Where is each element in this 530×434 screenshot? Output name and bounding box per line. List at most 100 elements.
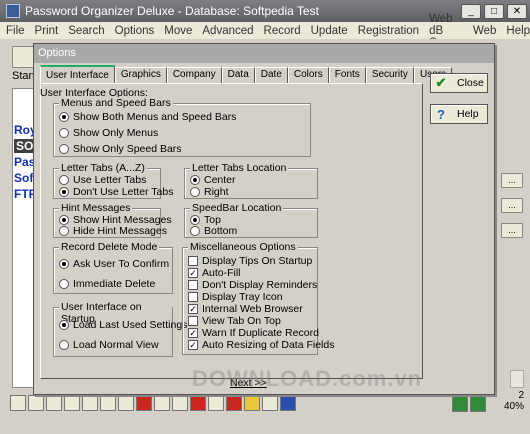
view-icon[interactable]	[100, 395, 116, 411]
tab-security[interactable]: Security	[365, 67, 414, 83]
radio-show-menus[interactable]: Show Only Menus	[59, 127, 158, 139]
radio-selected-icon[interactable]	[190, 215, 200, 225]
import-icon[interactable]	[452, 396, 468, 412]
checkbox-auto-resize[interactable]: ✓ Auto Resizing of Data Fields	[188, 339, 334, 351]
tab-data[interactable]: Data	[221, 67, 255, 83]
radio-ask-confirm[interactable]: Ask User To Confirm	[59, 258, 169, 270]
radio-icon[interactable]	[190, 226, 200, 236]
radio-use-letter-tabs[interactable]: Use Letter Tabs	[59, 174, 146, 186]
menu-help[interactable]: Help	[506, 25, 530, 37]
radio-load-last-settings[interactable]: Load Last Used Settings	[59, 319, 187, 331]
checkbox-checked-icon[interactable]: ✓	[188, 268, 198, 278]
checkbox-warn-duplicate[interactable]: ✓ Warn If Duplicate Record	[188, 327, 319, 339]
checkbox-checked-icon[interactable]: ✓	[188, 328, 198, 338]
ellipsis-button[interactable]: ...	[501, 173, 523, 188]
minimize-button[interactable]: _	[461, 3, 481, 19]
radio-selected-icon[interactable]	[59, 215, 69, 225]
checkbox-icon[interactable]	[118, 395, 134, 411]
ellipsis-button[interactable]: ...	[501, 223, 523, 238]
window-title: Password Organizer Deluxe - Database: So…	[25, 4, 319, 18]
checkbox-icon[interactable]	[188, 280, 198, 290]
radio-icon[interactable]	[59, 340, 69, 350]
checkbox-view-tab-top[interactable]: View Tab On Top	[188, 315, 281, 327]
radio-right[interactable]: Right	[190, 186, 229, 198]
help-button[interactable]: ? Help	[430, 104, 488, 124]
radio-icon[interactable]	[190, 187, 200, 197]
last-record-icon[interactable]	[64, 395, 80, 411]
radio-show-both[interactable]: Show Both Menus and Speed Bars	[59, 111, 236, 123]
radio-immediate-delete[interactable]: Immediate Delete	[59, 278, 155, 290]
menu-file[interactable]: File	[6, 25, 25, 37]
delete-icon[interactable]	[172, 395, 188, 411]
option-label: Auto Resizing of Data Fields	[202, 339, 335, 351]
first-record-icon[interactable]	[10, 395, 26, 411]
radio-icon[interactable]	[59, 279, 69, 289]
menu-advanced[interactable]: Advanced	[202, 25, 253, 37]
tab-date[interactable]: Date	[254, 67, 288, 83]
menu-update[interactable]: Update	[311, 25, 348, 37]
clock-icon[interactable]	[190, 395, 206, 411]
back-arrow-icon[interactable]	[136, 395, 152, 411]
menu-registration[interactable]: Registration	[358, 25, 419, 37]
filter-icon[interactable]	[82, 395, 98, 411]
checkbox-icon[interactable]	[188, 316, 198, 326]
close-window-button[interactable]: ✕	[507, 3, 527, 19]
folder-icon[interactable]	[226, 395, 242, 411]
checkbox-checked-icon[interactable]: ✓	[188, 340, 198, 350]
lock-icon[interactable]	[208, 395, 224, 411]
radio-selected-icon[interactable]	[190, 175, 200, 185]
checkbox-display-tips[interactable]: Display Tips On Startup	[188, 255, 312, 267]
tab-graphics[interactable]: Graphics	[114, 67, 167, 83]
next-link[interactable]: Next >>	[230, 377, 267, 389]
radio-icon[interactable]	[59, 175, 69, 185]
radio-dont-use-letter-tabs[interactable]: Don't Use Letter Tabs	[59, 186, 173, 198]
menu-web[interactable]: Web	[473, 25, 496, 37]
maximize-button[interactable]: □	[484, 3, 504, 19]
radio-selected-icon[interactable]	[59, 320, 69, 330]
tab-company[interactable]: Company	[166, 67, 222, 83]
checkbox-icon[interactable]	[188, 256, 198, 266]
checkmark-icon: ✔	[435, 75, 447, 90]
radio-selected-icon[interactable]	[59, 259, 69, 269]
checkbox-internal-browser[interactable]: ✓ Internal Web Browser	[188, 303, 303, 315]
menu-search[interactable]: Search	[68, 25, 104, 37]
globe-icon[interactable]	[280, 395, 296, 411]
radio-icon[interactable]	[59, 226, 69, 236]
bulb-icon[interactable]	[244, 395, 260, 411]
menu-print[interactable]: Print	[35, 25, 59, 37]
menu-move[interactable]: Move	[164, 25, 192, 37]
document-icon[interactable]	[154, 395, 170, 411]
radio-center[interactable]: Center	[190, 174, 236, 186]
radio-load-normal-view[interactable]: Load Normal View	[59, 339, 159, 351]
tab-fonts[interactable]: Fonts	[328, 67, 366, 83]
menu-options[interactable]: Options	[115, 25, 155, 37]
option-label: Center	[204, 174, 236, 186]
option-label: Load Normal View	[73, 339, 159, 351]
menu-record[interactable]: Record	[264, 25, 301, 37]
group-speedbar-location: SpeedBar Location Top Bottom	[184, 202, 318, 238]
group-title: Hint Messages	[59, 202, 133, 214]
checkbox-auto-fill[interactable]: ✓ Auto-Fill	[188, 267, 241, 279]
next-record-icon[interactable]	[46, 395, 62, 411]
tab-user-interface[interactable]: User Interface	[40, 65, 115, 83]
checkbox-checked-icon[interactable]: ✓	[188, 304, 198, 314]
ellipsis-button[interactable]: ...	[501, 198, 523, 213]
export-icon[interactable]	[470, 396, 486, 412]
checkbox-tray-icon[interactable]: Display Tray Icon	[188, 291, 283, 303]
prev-record-icon[interactable]	[28, 395, 44, 411]
radio-hide-hints[interactable]: Hide Hint Messages	[59, 225, 167, 237]
close-button[interactable]: ✔ Close	[430, 73, 488, 93]
option-label: Display Tray Icon	[202, 291, 283, 303]
scrollbar[interactable]	[510, 370, 524, 388]
radio-icon[interactable]	[59, 144, 69, 154]
radio-selected-icon[interactable]	[59, 112, 69, 122]
radio-bottom[interactable]: Bottom	[190, 225, 237, 237]
checkbox-dont-display-reminders[interactable]: Don't Display Reminders	[188, 279, 317, 291]
key-icon[interactable]	[262, 395, 278, 411]
radio-icon[interactable]	[59, 128, 69, 138]
radio-show-speedbars[interactable]: Show Only Speed Bars	[59, 143, 182, 155]
option-label: Use Letter Tabs	[73, 174, 147, 186]
radio-selected-icon[interactable]	[59, 187, 69, 197]
tab-colors[interactable]: Colors	[287, 67, 329, 83]
checkbox-icon[interactable]	[188, 292, 198, 302]
